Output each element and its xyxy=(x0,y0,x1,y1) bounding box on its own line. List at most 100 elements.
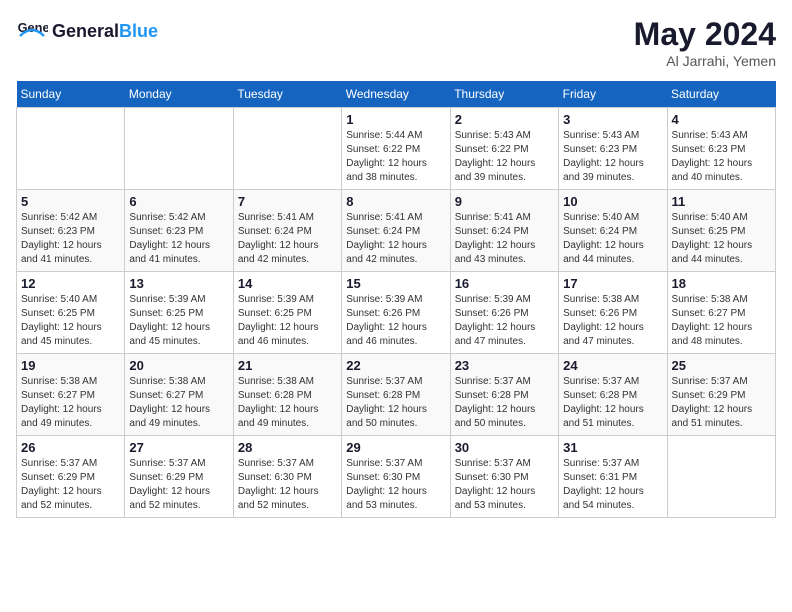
calendar-cell: 10 Sunrise: 5:40 AMSunset: 6:24 PMDayligh… xyxy=(559,190,667,272)
cell-day-number: 27 xyxy=(129,440,228,455)
cell-day-number: 30 xyxy=(455,440,554,455)
cell-day-number: 19 xyxy=(21,358,120,373)
calendar-cell: 31 Sunrise: 5:37 AMSunset: 6:31 PMDayligh… xyxy=(559,436,667,518)
cell-sun-info: Sunrise: 5:37 AMSunset: 6:31 PMDaylight:… xyxy=(563,457,662,513)
calendar-cell: 2 Sunrise: 5:43 AMSunset: 6:22 PMDaylight… xyxy=(450,108,558,190)
calendar-cell: 12 Sunrise: 5:40 AMSunset: 6:25 PMDayligh… xyxy=(17,272,125,354)
cell-sun-info: Sunrise: 5:37 AMSunset: 6:30 PMDaylight:… xyxy=(346,457,445,513)
cell-sun-info: Sunrise: 5:40 AMSunset: 6:25 PMDaylight:… xyxy=(21,293,120,349)
cell-sun-info: Sunrise: 5:38 AMSunset: 6:28 PMDaylight:… xyxy=(238,375,337,431)
cell-sun-info: Sunrise: 5:43 AMSunset: 6:23 PMDaylight:… xyxy=(563,129,662,185)
calendar-cell: 5 Sunrise: 5:42 AMSunset: 6:23 PMDaylight… xyxy=(17,190,125,272)
calendar-week-5: 26 Sunrise: 5:37 AMSunset: 6:29 PMDayligh… xyxy=(17,436,776,518)
calendar-cell: 8 Sunrise: 5:41 AMSunset: 6:24 PMDaylight… xyxy=(342,190,450,272)
cell-day-number: 10 xyxy=(563,194,662,209)
logo-icon: General xyxy=(16,16,48,48)
cell-sun-info: Sunrise: 5:42 AMSunset: 6:23 PMDaylight:… xyxy=(129,211,228,267)
cell-day-number: 17 xyxy=(563,276,662,291)
day-header-saturday: Saturday xyxy=(667,81,775,108)
cell-day-number: 28 xyxy=(238,440,337,455)
cell-sun-info: Sunrise: 5:40 AMSunset: 6:25 PMDaylight:… xyxy=(672,211,771,267)
calendar-cell: 29 Sunrise: 5:37 AMSunset: 6:30 PMDayligh… xyxy=(342,436,450,518)
calendar-cell: 23Sunrise: 5:37 AMSunset: 6:28 PMDayligh… xyxy=(450,354,558,436)
logo-text: GeneralBlue xyxy=(52,22,158,42)
cell-day-number: 18 xyxy=(672,276,771,291)
cell-sun-info: Sunrise: 5:43 AMSunset: 6:23 PMDaylight:… xyxy=(672,129,771,185)
calendar-week-2: 5 Sunrise: 5:42 AMSunset: 6:23 PMDaylight… xyxy=(17,190,776,272)
calendar-cell: 21 Sunrise: 5:38 AMSunset: 6:28 PMDayligh… xyxy=(233,354,341,436)
calendar-cell: 25 Sunrise: 5:37 AMSunset: 6:29 PMDayligh… xyxy=(667,354,775,436)
day-header-monday: Monday xyxy=(125,81,233,108)
calendar-cell xyxy=(125,108,233,190)
cell-day-number: 13 xyxy=(129,276,228,291)
cell-sun-info: Sunrise: 5:37 AMSunset: 6:28 PMDaylight:… xyxy=(346,375,445,431)
cell-day-number: 25 xyxy=(672,358,771,373)
calendar-title: May 2024 xyxy=(634,16,776,53)
day-header-friday: Friday xyxy=(559,81,667,108)
cell-sun-info: Sunrise: 5:40 AMSunset: 6:24 PMDaylight:… xyxy=(563,211,662,267)
cell-sun-info: Sunrise: 5:43 AMSunset: 6:22 PMDaylight:… xyxy=(455,129,554,185)
cell-sun-info: Sunrise: 5:39 AMSunset: 6:25 PMDaylight:… xyxy=(238,293,337,349)
calendar-cell: 16 Sunrise: 5:39 AMSunset: 6:26 PMDayligh… xyxy=(450,272,558,354)
cell-day-number: 29 xyxy=(346,440,445,455)
cell-day-number: 7 xyxy=(238,194,337,209)
cell-sun-info: Sunrise: 5:38 AMSunset: 6:27 PMDaylight:… xyxy=(129,375,228,431)
calendar-cell: 11 Sunrise: 5:40 AMSunset: 6:25 PMDayligh… xyxy=(667,190,775,272)
calendar-cell: 27 Sunrise: 5:37 AMSunset: 6:29 PMDayligh… xyxy=(125,436,233,518)
cell-day-number: 12 xyxy=(21,276,120,291)
cell-sun-info: Sunrise: 5:38 AMSunset: 6:27 PMDaylight:… xyxy=(21,375,120,431)
calendar-cell: 26 Sunrise: 5:37 AMSunset: 6:29 PMDayligh… xyxy=(17,436,125,518)
calendar-cell: 13Sunrise: 5:39 AMSunset: 6:25 PMDayligh… xyxy=(125,272,233,354)
calendar-week-3: 12 Sunrise: 5:40 AMSunset: 6:25 PMDayligh… xyxy=(17,272,776,354)
cell-day-number: 11 xyxy=(672,194,771,209)
cell-day-number: 16 xyxy=(455,276,554,291)
calendar-cell: 24 Sunrise: 5:37 AMSunset: 6:28 PMDayligh… xyxy=(559,354,667,436)
cell-day-number: 21 xyxy=(238,358,337,373)
day-header-tuesday: Tuesday xyxy=(233,81,341,108)
cell-sun-info: Sunrise: 5:44 AMSunset: 6:22 PMDaylight:… xyxy=(346,129,445,185)
calendar-cell: 30 Sunrise: 5:37 AMSunset: 6:30 PMDayligh… xyxy=(450,436,558,518)
cell-sun-info: Sunrise: 5:41 AMSunset: 6:24 PMDaylight:… xyxy=(238,211,337,267)
day-header-thursday: Thursday xyxy=(450,81,558,108)
day-header-sunday: Sunday xyxy=(17,81,125,108)
calendar-table: SundayMondayTuesdayWednesdayThursdayFrid… xyxy=(16,81,776,518)
calendar-cell: 1 Sunrise: 5:44 AMSunset: 6:22 PMDaylight… xyxy=(342,108,450,190)
cell-day-number: 4 xyxy=(672,112,771,127)
logo: General GeneralBlue xyxy=(16,16,158,48)
cell-day-number: 3 xyxy=(563,112,662,127)
cell-day-number: 2 xyxy=(455,112,554,127)
cell-sun-info: Sunrise: 5:37 AMSunset: 6:28 PMDaylight:… xyxy=(563,375,662,431)
cell-day-number: 1 xyxy=(346,112,445,127)
calendar-cell: 3 Sunrise: 5:43 AMSunset: 6:23 PMDaylight… xyxy=(559,108,667,190)
cell-day-number: 24 xyxy=(563,358,662,373)
cell-day-number: 26 xyxy=(21,440,120,455)
cell-day-number: 31 xyxy=(563,440,662,455)
cell-sun-info: Sunrise: 5:39 AMSunset: 6:26 PMDaylight:… xyxy=(455,293,554,349)
calendar-cell: 28Sunrise: 5:37 AMSunset: 6:30 PMDayligh… xyxy=(233,436,341,518)
calendar-location: Al Jarrahi, Yemen xyxy=(634,53,776,69)
calendar-cell: 15 Sunrise: 5:39 AMSunset: 6:26 PMDayligh… xyxy=(342,272,450,354)
cell-day-number: 9 xyxy=(455,194,554,209)
cell-sun-info: Sunrise: 5:42 AMSunset: 6:23 PMDaylight:… xyxy=(21,211,120,267)
calendar-cell xyxy=(17,108,125,190)
cell-sun-info: Sunrise: 5:37 AMSunset: 6:29 PMDaylight:… xyxy=(672,375,771,431)
cell-sun-info: Sunrise: 5:37 AMSunset: 6:29 PMDaylight:… xyxy=(129,457,228,513)
calendar-cell: 9Sunrise: 5:41 AMSunset: 6:24 PMDaylight… xyxy=(450,190,558,272)
calendar-cell: 20Sunrise: 5:38 AMSunset: 6:27 PMDayligh… xyxy=(125,354,233,436)
calendar-cell: 19 Sunrise: 5:38 AMSunset: 6:27 PMDayligh… xyxy=(17,354,125,436)
cell-sun-info: Sunrise: 5:37 AMSunset: 6:30 PMDaylight:… xyxy=(455,457,554,513)
calendar-cell xyxy=(667,436,775,518)
cell-sun-info: Sunrise: 5:41 AMSunset: 6:24 PMDaylight:… xyxy=(346,211,445,267)
calendar-week-1: 1 Sunrise: 5:44 AMSunset: 6:22 PMDaylight… xyxy=(17,108,776,190)
cell-day-number: 5 xyxy=(21,194,120,209)
calendar-cell: 6Sunrise: 5:42 AMSunset: 6:23 PMDaylight… xyxy=(125,190,233,272)
calendar-cell: 17 Sunrise: 5:38 AMSunset: 6:26 PMDayligh… xyxy=(559,272,667,354)
cell-day-number: 8 xyxy=(346,194,445,209)
cell-day-number: 22 xyxy=(346,358,445,373)
cell-day-number: 15 xyxy=(346,276,445,291)
cell-day-number: 23 xyxy=(455,358,554,373)
cell-sun-info: Sunrise: 5:37 AMSunset: 6:29 PMDaylight:… xyxy=(21,457,120,513)
cell-sun-info: Sunrise: 5:38 AMSunset: 6:26 PMDaylight:… xyxy=(563,293,662,349)
calendar-week-4: 19 Sunrise: 5:38 AMSunset: 6:27 PMDayligh… xyxy=(17,354,776,436)
cell-sun-info: Sunrise: 5:39 AMSunset: 6:26 PMDaylight:… xyxy=(346,293,445,349)
